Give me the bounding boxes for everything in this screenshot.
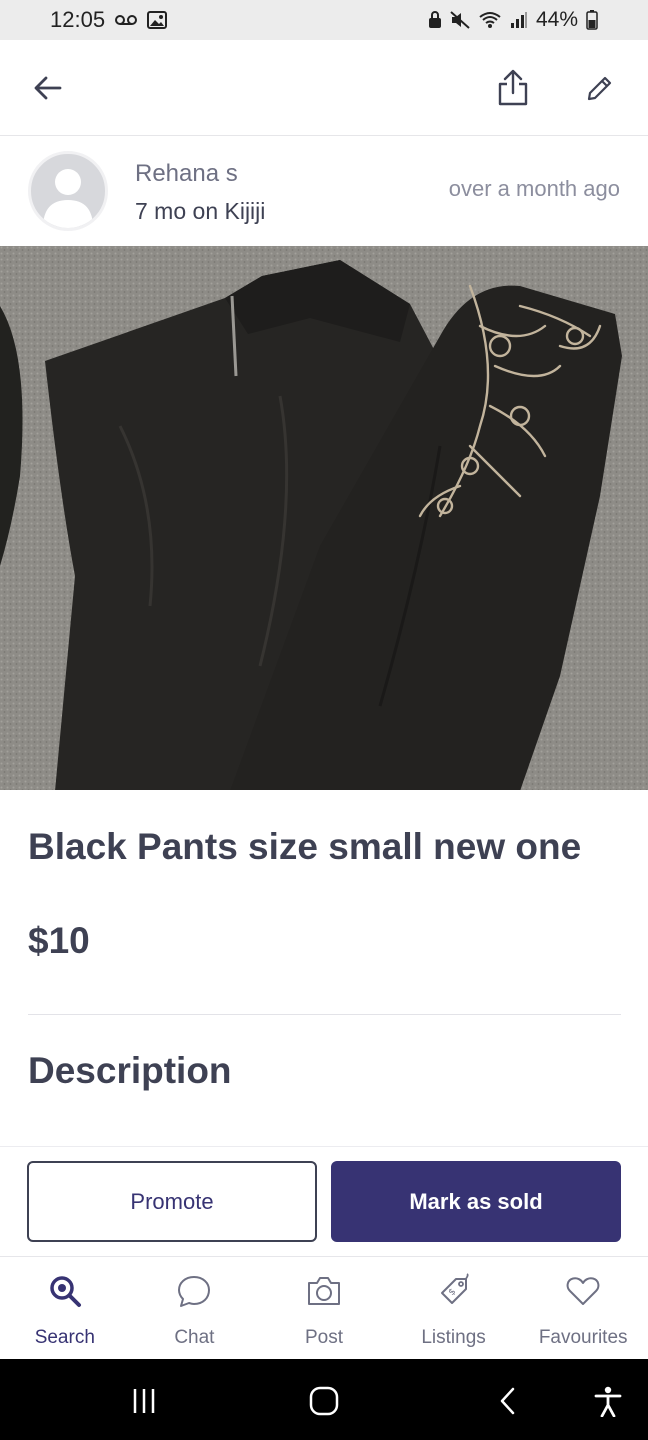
status-time: 12:05 — [50, 7, 106, 32]
system-navigation-bar — [0, 1359, 648, 1440]
system-back-button[interactable] — [486, 1379, 530, 1423]
nav-label-chat: Chat — [174, 1327, 215, 1348]
nav-favourites[interactable]: Favourites — [518, 1257, 648, 1360]
nav-search[interactable]: Search — [0, 1257, 130, 1360]
status-right: 44% — [428, 8, 598, 32]
price-tag-icon: $ — [436, 1271, 472, 1311]
heart-icon — [566, 1271, 600, 1311]
lock-icon — [428, 11, 442, 29]
accessibility-button[interactable] — [586, 1379, 630, 1423]
status-bar: 12:05 44% — [0, 0, 648, 40]
nav-label-post: Post — [304, 1327, 343, 1348]
home-button[interactable] — [302, 1379, 346, 1423]
divider — [28, 1014, 621, 1015]
arrow-left-icon — [34, 76, 62, 100]
share-icon — [498, 69, 528, 106]
seller-tenure: 7 mo on Kijiji — [135, 198, 266, 224]
status-left: 12:05 — [50, 7, 168, 33]
back-button[interactable] — [24, 64, 72, 112]
listing-image — [0, 246, 648, 790]
nav-label-search: Search — [34, 1327, 95, 1348]
nav-label-favourites: Favourites — [538, 1327, 628, 1348]
home-icon — [309, 1386, 339, 1416]
mark-as-sold-button[interactable]: Mark as sold — [331, 1161, 621, 1242]
wifi-icon — [478, 11, 502, 29]
nav-label-listings: Listings — [421, 1327, 486, 1348]
bottom-navigation: Search Chat Post $ Listings Favourites — [0, 1256, 648, 1359]
recent-apps-button[interactable] — [122, 1379, 166, 1423]
battery-percent: 44% — [535, 8, 578, 31]
top-app-bar — [0, 40, 648, 136]
chat-icon — [177, 1271, 211, 1311]
listing-photo[interactable] — [0, 246, 648, 790]
battery-icon — [586, 10, 598, 30]
user-placeholder-icon — [43, 169, 93, 228]
edit-button[interactable] — [576, 64, 624, 112]
listing-action-bar: Promote Mark as sold — [0, 1146, 648, 1256]
nav-chat[interactable]: Chat — [130, 1257, 260, 1360]
gallery-icon — [147, 11, 168, 29]
svg-text:$: $ — [447, 1287, 458, 1298]
nav-post[interactable]: Post — [259, 1257, 389, 1360]
share-button[interactable] — [489, 64, 537, 112]
listing-title: Black Pants size small new one — [28, 826, 582, 867]
chevron-left-icon — [500, 1387, 515, 1415]
seller-row[interactable]: Rehana s 7 mo on Kijiji over a month ago — [0, 136, 648, 246]
voicemail-icon — [115, 14, 138, 26]
camera-icon — [306, 1271, 342, 1311]
avatar[interactable] — [28, 151, 108, 231]
accessibility-icon — [594, 1386, 622, 1417]
promote-button[interactable]: Promote — [27, 1161, 317, 1242]
posted-time: over a month ago — [448, 176, 620, 201]
mute-icon — [450, 11, 470, 29]
description-heading: Description — [28, 1050, 232, 1091]
seller-name[interactable]: Rehana s — [135, 160, 238, 188]
nav-listings[interactable]: $ Listings — [389, 1257, 519, 1360]
search-icon — [48, 1271, 82, 1311]
signal-icon — [510, 11, 528, 29]
recent-apps-icon — [133, 1389, 155, 1413]
listing-price: $10 — [28, 920, 90, 961]
pencil-icon — [587, 76, 612, 101]
